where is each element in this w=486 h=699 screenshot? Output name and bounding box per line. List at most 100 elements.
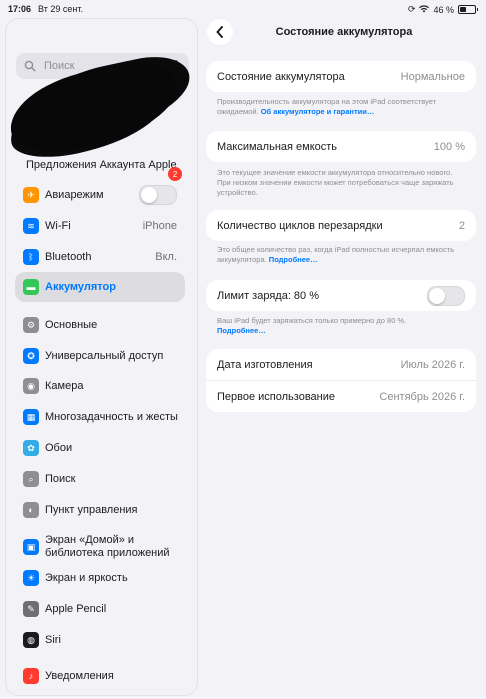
charge-limit-row: Лимит заряда: 80 %	[206, 280, 476, 311]
capacity-description: Это текущее значение емкости аккумулятор…	[217, 168, 454, 197]
max-capacity-row: Максимальная емкость 100 %	[206, 131, 476, 162]
cycle-count-label: Количество циклов перезарядки	[217, 219, 383, 232]
battery-fill	[460, 7, 466, 12]
battery-status-icon	[458, 5, 478, 14]
sidebar-item-pencil[interactable]: ✎ Apple Pencil	[15, 594, 185, 624]
control-center-icon: ◐	[23, 502, 39, 518]
search-icon: ⌕	[23, 471, 39, 487]
cycles-more-link[interactable]: Подробнее…	[269, 255, 318, 264]
toggle-knob	[141, 187, 157, 203]
sidebar-item-camera[interactable]: ◉ Камера	[15, 371, 185, 401]
sidebar-item-bluetooth[interactable]: ᛒ Bluetooth Вкл.	[15, 242, 185, 272]
charge-limit-group: Лимит заряда: 80 %	[206, 280, 476, 311]
wallpaper-icon: ✿	[23, 440, 39, 456]
battery-health-row: Состояние аккумулятора Нормальное	[206, 61, 476, 92]
gear-icon: ⚙	[23, 317, 39, 333]
cycles-description: Это общее количество раз, когда iPad пол…	[217, 245, 467, 265]
bluetooth-icon: ᛒ	[23, 249, 39, 265]
toggle-knob	[429, 287, 445, 304]
status-right: ⟳ 46 %	[407, 4, 478, 15]
charge-limit-toggle[interactable]	[427, 285, 465, 306]
manufacture-date-value: Июль 2026 г.	[400, 358, 465, 371]
sidebar-item-accessibility[interactable]: ✪ Универсальный доступ	[15, 341, 185, 371]
sidebar-item-label: Авиарежим	[45, 189, 104, 201]
health-description: Производительность аккумулятора на этом …	[217, 97, 467, 117]
first-use-row: Первое использование Сентябрь 2026 г.	[206, 380, 476, 412]
manufacture-date-label: Дата изготовления	[217, 358, 313, 371]
status-date: Вт 29 сент.	[38, 4, 83, 14]
sidebar-item-label: Камера	[45, 380, 84, 392]
wifi-status-icon	[419, 4, 430, 15]
first-use-label: Первое использование	[217, 390, 335, 403]
sidebar-item-home-screen[interactable]: ▣ Экран «Домой» и библиотека приложений	[15, 530, 185, 564]
sidebar-item-wifi[interactable]: ≋ Wi-Fi iPhone	[15, 211, 185, 241]
brightness-icon: ☀	[23, 570, 39, 586]
limit-more-link[interactable]: Подробнее…	[217, 326, 266, 335]
airplane-mode-toggle[interactable]	[139, 185, 177, 205]
manufacture-date-row: Дата изготовления Июль 2026 г.	[206, 349, 476, 380]
sidebar-item-label: Основные	[45, 319, 98, 331]
first-use-value: Сентябрь 2026 г.	[379, 390, 465, 403]
sidebar-item-label: Bluetooth	[45, 251, 92, 263]
camera-icon: ◉	[23, 378, 39, 394]
sidebar-item-label: Универсальный доступ	[45, 350, 164, 362]
accessibility-icon: ✪	[23, 348, 39, 364]
page-title: Состояние аккумулятора	[275, 26, 413, 38]
battery-percent: 46 %	[433, 4, 454, 15]
capacity-group: Максимальная емкость 100 %	[206, 131, 476, 162]
sidebar-item-label: Экран «Домой» и библиотека приложений	[45, 534, 170, 559]
notifications-icon: ♪	[23, 668, 39, 684]
health-group: Состояние аккумулятора Нормальное	[206, 61, 476, 92]
battery-icon: ▬	[23, 279, 39, 295]
status-time: 17:06	[8, 4, 32, 14]
sidebar-item-wallpaper[interactable]: ✿ Обои	[15, 433, 185, 463]
max-capacity-label: Максимальная емкость	[217, 140, 338, 153]
sidebar-item-label: Wi-Fi	[45, 220, 71, 232]
sidebar-item-label: Экран и яркость	[45, 572, 128, 584]
cycle-count-row: Количество циклов перезарядки 2	[206, 210, 476, 241]
chevron-left-icon	[216, 26, 223, 38]
sidebar-item-label: Siri	[45, 634, 61, 646]
sidebar-item-label: Apple Pencil	[45, 603, 107, 615]
orientation-lock-icon: ⟳	[407, 4, 416, 14]
wifi-icon: ≋	[23, 218, 39, 234]
sidebar-item-value: Вкл.	[155, 251, 177, 263]
cycles-group: Количество циклов перезарядки 2	[206, 210, 476, 241]
cycle-count-value: 2	[458, 219, 465, 232]
max-capacity-value: 100 %	[433, 140, 465, 153]
cycles-description-text: Это общее количество раз, когда iPad пол…	[217, 245, 455, 264]
sidebar-item-label: Поиск	[45, 473, 76, 485]
battery-health-label: Состояние аккумулятора	[217, 70, 345, 83]
sidebar-item-label: Уведомления	[45, 670, 114, 682]
account-offers-label: Предложения Аккаунта Apple	[26, 159, 177, 171]
limit-description: Ваш iPad будет заряжаться только примерн…	[217, 316, 467, 336]
sidebar-item-search[interactable]: ⌕ Поиск	[15, 464, 185, 494]
limit-description-text: Ваш iPad будет заряжаться только примерн…	[217, 316, 407, 325]
sidebar-item-label: Аккумулятор	[45, 281, 116, 293]
sidebar-item-label: Многозадачность и жесты	[45, 411, 178, 423]
sidebar-item-notifications[interactable]: ♪ Уведомления	[15, 661, 185, 691]
search-icon	[24, 60, 36, 72]
siri-icon: ◍	[23, 632, 39, 648]
sidebar-item-label: Пункт управления	[45, 504, 138, 516]
sidebar-item-control-center[interactable]: ◐ Пункт управления	[15, 495, 185, 525]
sidebar-item-brightness[interactable]: ☀ Экран и яркость	[15, 563, 185, 593]
pencil-icon: ✎	[23, 601, 39, 617]
sidebar-item-airplane[interactable]: ✈ Авиарежим	[15, 180, 185, 210]
warranty-link[interactable]: Об аккумуляторе и гарантии…	[261, 107, 375, 116]
home-screen-icon: ▣	[23, 539, 39, 555]
dates-group: Дата изготовления Июль 2026 г. Первое ис…	[206, 349, 476, 412]
microphone-icon[interactable]	[171, 59, 181, 73]
sidebar-item-label: Обои	[45, 442, 73, 454]
sidebar-item-gear[interactable]: ⚙ Основные	[15, 310, 185, 340]
charge-limit-label: Лимит заряда: 80 %	[217, 289, 319, 302]
multitasking-icon: ▦	[23, 409, 39, 425]
battery-health-value: Нормальное	[400, 70, 465, 83]
account-offers-row[interactable]: Предложения Аккаунта Apple 2	[26, 159, 186, 181]
notification-badge: 2	[168, 167, 182, 181]
sidebar-item-value: iPhone	[142, 220, 177, 232]
sidebar-item-multitasking[interactable]: ▦ Многозадачность и жесты	[15, 402, 185, 432]
sidebar-item-battery[interactable]: ▬ Аккумулятор	[15, 272, 185, 302]
back-button[interactable]	[207, 19, 233, 45]
sidebar-item-siri[interactable]: ◍ Siri	[15, 625, 185, 655]
